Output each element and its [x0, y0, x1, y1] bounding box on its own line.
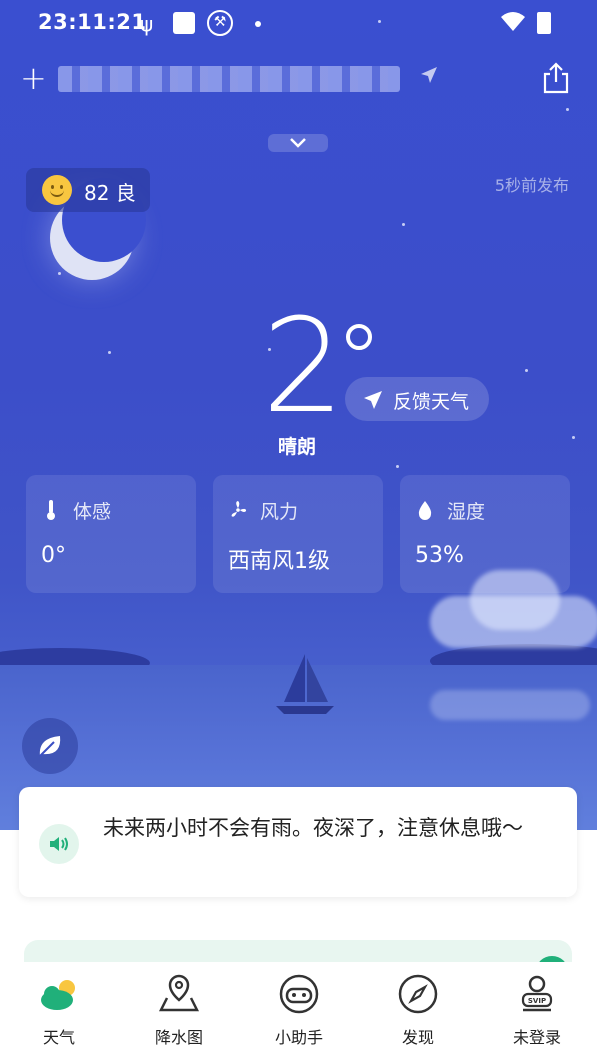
star: [402, 223, 405, 226]
star: [566, 108, 569, 111]
speaker-icon: [39, 824, 79, 864]
bottom-tab-bar: 天气 降水图 小助手 发现 SVIP 未登录: [0, 962, 597, 1062]
card-humidity[interactable]: 湿度 53%: [400, 475, 570, 593]
sailboat-icon: [276, 654, 334, 714]
card-label: 湿度: [447, 501, 486, 523]
assistant-icon: [279, 974, 319, 1014]
map-pin-icon: [158, 974, 200, 1012]
aqi-value: 82 良: [84, 181, 136, 205]
droplet-icon: [418, 501, 432, 520]
tab-weather[interactable]: 天气: [4, 962, 114, 1062]
svip-user-icon: SVIP: [521, 975, 553, 1012]
tab-assistant[interactable]: 小助手: [244, 962, 354, 1062]
card-label: 体感: [73, 501, 112, 523]
degree-icon: [346, 324, 372, 350]
star: [396, 465, 399, 468]
expand-handle[interactable]: [268, 134, 328, 152]
share-icon[interactable]: [541, 62, 571, 94]
weather-detail-cards: 体感 0° 风力 西南风1级 湿度 53%: [26, 475, 571, 593]
leaf-button[interactable]: [22, 718, 78, 774]
card-label: 风力: [260, 501, 299, 523]
weather-icon: [41, 980, 75, 1010]
star: [525, 369, 528, 372]
send-icon: [364, 391, 382, 409]
tab-login[interactable]: SVIP 未登录: [482, 962, 592, 1062]
tab-precipitation[interactable]: 降水图: [124, 962, 234, 1062]
feedback-weather-button[interactable]: 反馈天气: [345, 377, 489, 421]
feedback-label: 反馈天气: [393, 391, 470, 413]
status-bar: 23:11:21 ψ ⚒: [0, 8, 597, 40]
status-time: 23:11:21: [38, 10, 147, 34]
svg-text:SVIP: SVIP: [528, 997, 546, 1005]
tab-label: 发现: [401, 1028, 434, 1047]
weather-tip-card[interactable]: 未来两小时不会有雨。夜深了，注意休息哦～: [19, 787, 577, 897]
air-quality-badge[interactable]: 82 良: [26, 168, 150, 212]
usb-icon: ψ: [140, 12, 154, 36]
card-value: 53%: [415, 543, 464, 568]
tip-text: 未来两小时不会有雨。夜深了，注意休息哦～: [103, 816, 523, 840]
tab-label: 小助手: [274, 1028, 323, 1047]
location-text[interactable]: ████ ████████ ███: [58, 66, 400, 92]
location-arrow-icon: [421, 67, 437, 83]
chevron-down-icon: [290, 138, 306, 148]
card-feels-like[interactable]: 体感 0°: [26, 475, 196, 593]
dot-icon: [255, 21, 261, 27]
temperature: 2: [262, 290, 345, 442]
star: [572, 436, 575, 439]
compass-icon: [398, 974, 438, 1014]
battery-icon: [537, 12, 551, 34]
card-value: 0°: [41, 543, 66, 568]
tab-label: 未登录: [512, 1028, 561, 1047]
card-wind[interactable]: 风力 西南风1级: [213, 475, 383, 593]
thermometer-icon: [47, 500, 55, 520]
leaf-icon: [39, 736, 61, 757]
star: [58, 272, 61, 275]
card-value: 西南风1级: [228, 549, 330, 574]
add-city-button[interactable]: +: [20, 60, 47, 96]
tab-label: 天气: [42, 1028, 75, 1047]
app-square-icon: [173, 12, 195, 34]
star: [108, 351, 111, 354]
top-bar: + ████ ████████ ███: [0, 60, 597, 100]
fan-icon: [231, 501, 247, 517]
publish-time: 5秒前发布: [494, 176, 569, 195]
wrench-icon: ⚒: [207, 10, 233, 36]
weather-condition: 晴朗: [278, 436, 317, 458]
tab-discover[interactable]: 发现: [363, 962, 473, 1062]
wifi-icon: [501, 12, 525, 31]
tab-label: 降水图: [154, 1028, 203, 1047]
